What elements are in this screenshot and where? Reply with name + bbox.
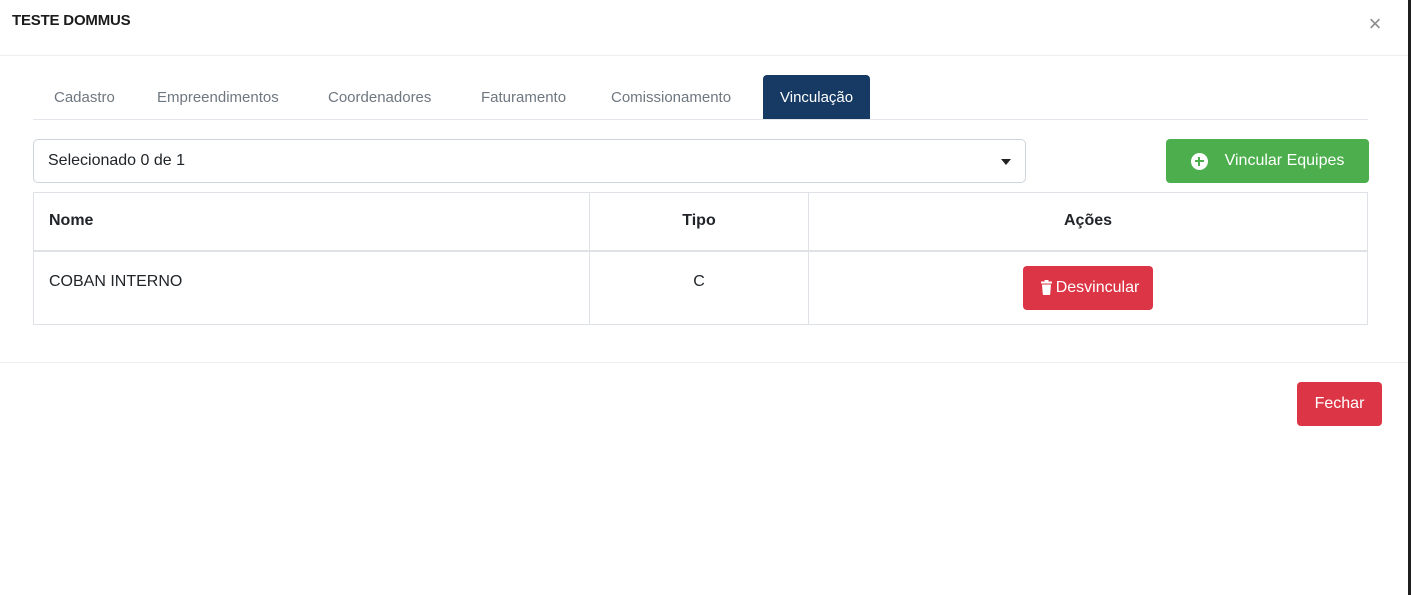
caret-down-icon xyxy=(1001,159,1011,165)
select-value: Selecionado 0 de 1 xyxy=(48,152,185,169)
tab-bar: Cadastro Empreendimentos Coordenadores F… xyxy=(33,75,1368,120)
trash-icon xyxy=(1040,280,1052,296)
header-tipo: Tipo xyxy=(589,192,809,252)
close-icon[interactable]: × xyxy=(1362,11,1388,37)
table-row: COBAN INTERNO C Desvincular xyxy=(33,250,1368,325)
cell-acoes: Desvincular xyxy=(808,250,1368,325)
tab-faturamento[interactable]: Faturamento xyxy=(481,75,566,119)
fechar-button[interactable]: Fechar xyxy=(1297,382,1382,426)
tab-empreendimentos[interactable]: Empreendimentos xyxy=(157,75,279,119)
tab-vinculacao[interactable]: Vinculação xyxy=(763,75,871,119)
team-select[interactable]: Selecionado 0 de 1 xyxy=(33,139,1026,183)
modal-header: TESTE DOMMUS × xyxy=(0,0,1408,56)
desvincular-button[interactable]: Desvincular xyxy=(1022,265,1154,310)
vincular-equipes-label: Vincular Equipes xyxy=(1224,152,1345,169)
plus-circle-icon xyxy=(1190,152,1208,170)
tab-comissionamento[interactable]: Comissionamento xyxy=(611,75,731,119)
cell-nome: COBAN INTERNO xyxy=(33,250,590,325)
cell-tipo: C xyxy=(589,250,809,325)
desvincular-label: Desvincular xyxy=(1055,278,1140,296)
modal-title: TESTE DOMMUS xyxy=(12,12,131,29)
table-header-row: Nome Tipo Ações xyxy=(33,192,1368,252)
tab-cadastro[interactable]: Cadastro xyxy=(54,75,115,119)
vincular-equipes-button[interactable]: Vincular Equipes xyxy=(1166,139,1369,183)
teams-table: Nome Tipo Ações COBAN INTERNO C Desvincu… xyxy=(33,192,1368,325)
tab-coordenadores[interactable]: Coordenadores xyxy=(328,75,431,119)
header-nome: Nome xyxy=(33,192,590,252)
header-acoes: Ações xyxy=(808,192,1368,252)
footer-divider xyxy=(0,362,1408,363)
